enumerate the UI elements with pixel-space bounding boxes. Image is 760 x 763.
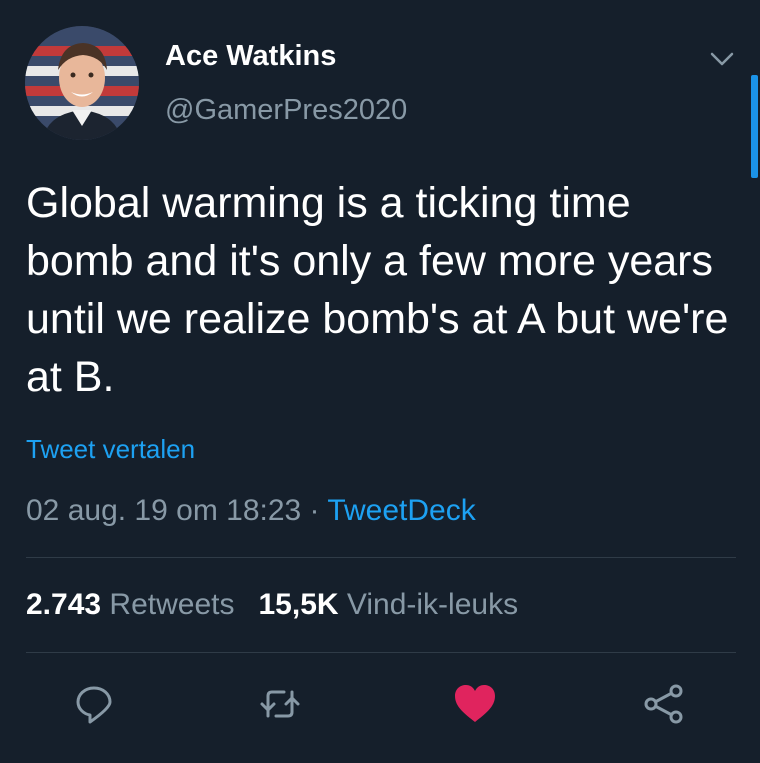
likes-stat[interactable]: 15,5K Vind-ik-leuks (258, 588, 518, 621)
heart-icon[interactable] (453, 682, 497, 726)
tweet-source[interactable]: TweetDeck (327, 494, 475, 527)
retweets-stat[interactable]: 2.743 Retweets (26, 588, 234, 621)
display-name[interactable]: Ace Watkins (165, 40, 336, 73)
reply-icon[interactable] (72, 682, 116, 726)
avatar[interactable] (25, 26, 139, 140)
retweet-icon[interactable] (258, 682, 302, 726)
translate-link[interactable]: Tweet vertalen (26, 434, 195, 465)
tweet-timestamp: 02 aug. 19 om 18:23 (26, 494, 302, 527)
tweet-meta: 02 aug. 19 om 18:23 · TweetDeck (26, 494, 476, 528)
tweet-text: Global warming is a ticking time bomb an… (26, 179, 729, 401)
retweets-label: Retweets (109, 588, 235, 621)
divider (26, 557, 736, 558)
retweets-count: 2.743 (26, 588, 102, 621)
tweet-stats: 2.743 Retweets 15,5K Vind-ik-leuks (26, 588, 518, 622)
user-handle[interactable]: @GamerPres2020 (165, 94, 407, 127)
scrollbar[interactable] (751, 75, 758, 178)
avatar-image (25, 26, 139, 140)
likes-label: Vind-ik-leuks (346, 588, 519, 621)
meta-separator: · (301, 494, 328, 527)
divider (26, 652, 736, 653)
likes-count: 15,5K (258, 588, 339, 621)
share-icon[interactable] (642, 682, 686, 726)
chevron-down-icon[interactable] (708, 48, 736, 70)
